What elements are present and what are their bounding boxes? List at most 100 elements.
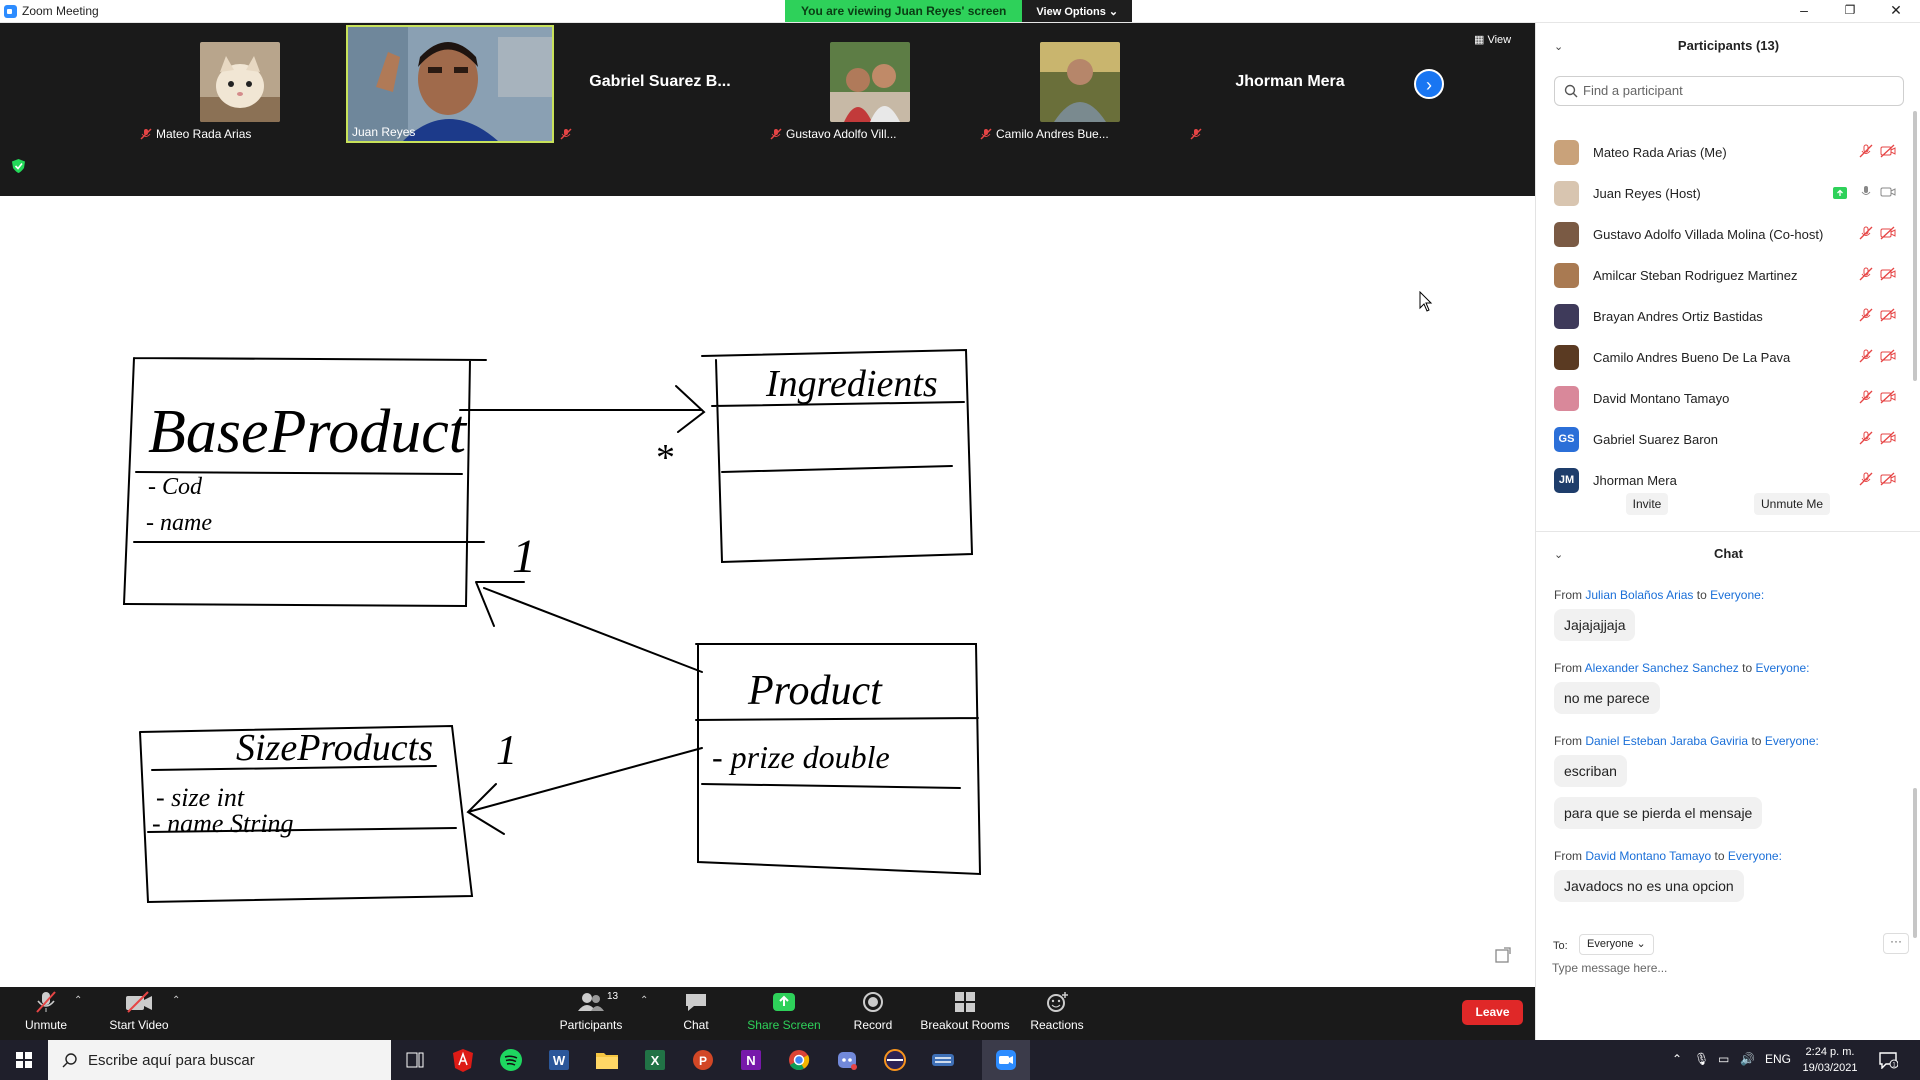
video-tile-name: Gabriel Suarez B...	[589, 73, 731, 90]
avatar	[1554, 386, 1579, 411]
close-button[interactable]: ✕	[1873, 0, 1919, 23]
discord-app-icon[interactable]	[823, 1040, 871, 1080]
powerpoint-app-icon[interactable]: P	[679, 1040, 727, 1080]
participant-video-cat	[200, 42, 280, 122]
side-panel: ⌄ Participants (13) Mateo Rada Arias (Me…	[1535, 23, 1920, 1040]
video-tile[interactable]: Jhorman Mera	[1186, 25, 1394, 143]
participants-scrollbar[interactable]	[1913, 111, 1917, 381]
sublime-app-icon[interactable]	[919, 1040, 967, 1080]
muted-mic-icon	[1190, 128, 1202, 140]
windows-start-icon[interactable]	[0, 1040, 48, 1080]
multiplicity-one: 1	[496, 728, 517, 774]
share-screen-button[interactable]: Share Screen	[744, 991, 824, 1032]
chevron-up-icon[interactable]: ⌃	[74, 995, 82, 1006]
video-tile[interactable]: Gabriel Suarez B...	[556, 25, 764, 143]
association-arrow-baseproduct	[475, 581, 703, 673]
tray-volume-icon[interactable]: 🔊	[1740, 1052, 1755, 1066]
chrome-app-icon[interactable]	[775, 1040, 823, 1080]
search-icon	[1564, 84, 1578, 98]
taskbar-clock[interactable]: 2:24 p. m. 19/03/2021	[1790, 1044, 1870, 1076]
from-word: From	[1554, 734, 1582, 748]
tray-mic-icon[interactable]: 🎙	[1694, 1052, 1709, 1066]
avatar	[1554, 181, 1579, 206]
invite-button[interactable]: Invite	[1626, 493, 1668, 515]
word-app-icon[interactable]: W	[535, 1040, 583, 1080]
video-tile[interactable]: Camilo Andres Bue...	[976, 25, 1184, 143]
security-shield-icon[interactable]	[12, 159, 25, 173]
chat-message-header: From Alexander Sanchez Sanchez to Everyo…	[1554, 661, 1810, 675]
participant-row[interactable]: David Montano Tamayo	[1536, 377, 1920, 418]
participant-row[interactable]: Mateo Rada Arias (Me)	[1536, 131, 1920, 172]
chat-recipient-link[interactable]: Everyone:	[1755, 661, 1809, 675]
chat-recipient-link[interactable]: Everyone:	[1710, 588, 1764, 602]
video-tile-active-speaker[interactable]: Juan Reyes	[346, 25, 554, 143]
chat-scrollbar[interactable]	[1913, 788, 1917, 938]
participant-row[interactable]: GS Gabriel Suarez Baron	[1536, 418, 1920, 459]
avatar	[1554, 345, 1579, 370]
next-page-button[interactable]: ›	[1414, 69, 1444, 99]
class-attribute: - size int	[156, 783, 245, 812]
participant-name: Camilo Andres Bueno De La Pava	[1593, 350, 1791, 365]
participant-name: Juan Reyes (Host)	[1593, 186, 1701, 201]
participant-search-input[interactable]	[1583, 83, 1883, 98]
participant-row[interactable]: Gustavo Adolfo Villada Molina (Co-host)	[1536, 213, 1920, 254]
view-options-button[interactable]: View Options ⌄	[1022, 0, 1133, 22]
participant-row[interactable]: Brayan Andres Ortiz Bastidas	[1536, 295, 1920, 336]
eclipse-app-icon[interactable]	[871, 1040, 919, 1080]
recipient-dropdown[interactable]: Everyone ⌄	[1579, 934, 1654, 955]
unmute-label: Unmute	[24, 1018, 68, 1032]
participant-name: Brayan Andres Ortiz Bastidas	[1593, 309, 1763, 324]
spotify-app-icon[interactable]	[487, 1040, 535, 1080]
chat-button[interactable]: Chat	[666, 991, 726, 1032]
chat-sender-link[interactable]: Daniel Esteban Jaraba Gaviria	[1585, 734, 1748, 748]
video-off-icon	[1880, 144, 1896, 163]
restore-button[interactable]: ❐	[1827, 0, 1873, 23]
tray-network-icon[interactable]: ▭	[1718, 1052, 1729, 1066]
unmute-me-button[interactable]: Unmute Me	[1754, 493, 1830, 515]
zoom-logo-icon	[4, 5, 17, 18]
record-button[interactable]: Record	[843, 991, 903, 1032]
notifications-icon[interactable]: 1	[1878, 1051, 1898, 1069]
chat-message-input[interactable]	[1552, 957, 1907, 979]
taskbar-search[interactable]: Escribe aquí para buscar	[48, 1040, 391, 1080]
participant-row[interactable]: Camilo Andres Bueno De La Pava	[1536, 336, 1920, 377]
chat-message-header: From Julian Bolaños Arias to Everyone:	[1554, 588, 1764, 602]
leave-button[interactable]: Leave	[1462, 1000, 1523, 1025]
video-tile[interactable]: Mateo Rada Arias	[136, 25, 344, 143]
tray-language[interactable]: ENG	[1765, 1052, 1791, 1066]
zoom-app-icon[interactable]	[982, 1040, 1030, 1080]
participant-row[interactable]: Juan Reyes (Host)	[1536, 172, 1920, 213]
breakout-rooms-button[interactable]: Breakout Rooms	[918, 991, 1012, 1032]
windows-taskbar: Escribe aquí para buscar W X P N ⌃ 🎙 ▭ 🔊…	[0, 1040, 1920, 1080]
chat-recipient-link[interactable]: Everyone:	[1765, 734, 1819, 748]
chat-sender-link[interactable]: Julian Bolaños Arias	[1585, 588, 1693, 602]
participants-label: Participants	[559, 1018, 623, 1032]
reactions-button[interactable]: Reactions	[1026, 991, 1088, 1032]
view-button[interactable]: ▦ View	[1474, 33, 1511, 46]
minimize-button[interactable]: –	[1781, 0, 1827, 23]
chevron-up-icon[interactable]: ⌃	[172, 995, 180, 1006]
participant-row[interactable]: Amilcar Steban Rodriguez Martinez	[1536, 254, 1920, 295]
zoom-window: Zoom Meeting You are viewing Juan Reyes'…	[0, 0, 1920, 1080]
participant-row[interactable]: JM Jhorman Mera	[1536, 459, 1920, 500]
video-tile[interactable]: Gustavo Adolfo Vill...	[766, 25, 974, 143]
excel-app-icon[interactable]: X	[631, 1040, 679, 1080]
view-label: View	[1487, 34, 1512, 46]
angular-app-icon[interactable]	[439, 1040, 487, 1080]
tray-chevron-up-icon[interactable]: ⌃	[1672, 1052, 1682, 1066]
chevron-right-icon: ›	[1426, 75, 1432, 95]
task-view-icon[interactable]	[391, 1040, 439, 1080]
file-explorer-icon[interactable]	[583, 1040, 631, 1080]
chat-sender-link[interactable]: Alexander Sanchez Sanchez	[1585, 661, 1739, 675]
onenote-app-icon[interactable]: N	[727, 1040, 775, 1080]
chevron-up-icon[interactable]: ⌃	[640, 995, 648, 1006]
chat-recipient-link[interactable]: Everyone:	[1728, 849, 1782, 863]
more-options-button[interactable]: ···	[1883, 933, 1909, 954]
video-tile-name: Jhorman Mera	[1235, 73, 1345, 90]
to-word: to	[1714, 849, 1725, 863]
chat-sender-link[interactable]: David Montano Tamayo	[1585, 849, 1711, 863]
chat-message-bubble: escriban	[1554, 755, 1627, 787]
participant-search[interactable]	[1554, 76, 1904, 106]
start-video-button[interactable]: Start Video	[104, 991, 174, 1032]
unmute-button[interactable]: Unmute	[18, 991, 74, 1032]
